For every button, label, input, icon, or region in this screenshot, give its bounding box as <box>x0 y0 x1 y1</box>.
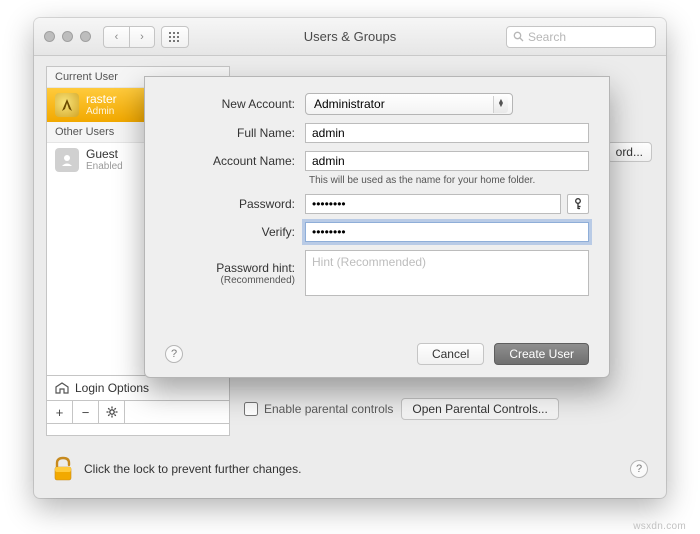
user-info: raster Admin <box>86 93 117 117</box>
user-name: raster <box>86 93 117 106</box>
change-password-button[interactable]: ord... <box>607 142 652 162</box>
guest-avatar-icon <box>55 148 79 172</box>
create-user-button[interactable]: Create User <box>494 343 589 365</box>
back-button[interactable]: ‹ <box>103 26 129 48</box>
password-hint-input[interactable]: Hint (Recommended) <box>305 250 589 296</box>
show-all-button[interactable] <box>161 26 189 48</box>
verify-label: Verify: <box>165 225 295 239</box>
lock-text: Click the lock to prevent further change… <box>84 462 301 476</box>
lock-icon[interactable] <box>52 456 74 482</box>
enable-parental-label: Enable parental controls <box>264 402 393 416</box>
watermark: wsxdn.com <box>633 521 686 532</box>
verify-input[interactable] <box>305 222 589 242</box>
avatar-icon <box>55 93 79 117</box>
new-account-sheet: New Account: Administrator ▲▼ Full Name:… <box>144 76 610 378</box>
open-parental-button[interactable]: Open Parental Controls... <box>401 398 558 420</box>
window-controls <box>44 31 91 42</box>
hint-label: Password hint: (Recommended) <box>165 261 295 286</box>
guest-name: Guest <box>86 148 123 161</box>
account-name-input[interactable] <box>305 151 589 171</box>
full-name-label: Full Name: <box>165 126 295 140</box>
full-name-input[interactable] <box>305 123 589 143</box>
preferences-window: ‹ › Users & Groups Search Current User r… <box>34 18 666 498</box>
nav-group: ‹ › <box>103 26 155 48</box>
home-icon <box>55 382 69 394</box>
user-role: Admin <box>86 106 117 117</box>
search-placeholder: Search <box>528 30 566 44</box>
minimize-icon[interactable] <box>62 31 73 42</box>
account-name-helper: This will be used as the name for your h… <box>305 175 589 186</box>
password-assistant-button[interactable] <box>567 194 589 214</box>
new-account-form: New Account: Administrator ▲▼ Full Name:… <box>165 93 589 296</box>
password-input[interactable] <box>305 194 561 214</box>
titlebar: ‹ › Users & Groups Search <box>34 18 666 56</box>
lock-row: Click the lock to prevent further change… <box>52 456 648 482</box>
cancel-button[interactable]: Cancel <box>417 343 484 365</box>
zoom-icon[interactable] <box>80 31 91 42</box>
key-icon <box>573 198 583 210</box>
sidebar-footer: Login Options + − <box>46 375 230 424</box>
search-field[interactable]: Search <box>506 26 656 48</box>
chevron-updown-icon: ▲▼ <box>493 96 508 113</box>
add-user-button[interactable]: + <box>47 401 73 423</box>
search-icon <box>513 31 524 42</box>
remove-user-button[interactable]: − <box>73 401 99 423</box>
password-label: Password: <box>165 197 295 211</box>
gear-icon <box>106 406 118 418</box>
guest-info: Guest Enabled <box>86 148 123 172</box>
bottom-controls: Enable parental controls Open Parental C… <box>244 398 652 420</box>
guest-sub: Enabled <box>86 161 123 172</box>
sheet-buttons: Cancel Create User <box>417 343 589 365</box>
new-account-label: New Account: <box>165 97 295 111</box>
login-options-label: Login Options <box>75 381 149 395</box>
account-type-value: Administrator <box>314 97 385 111</box>
parental-checkbox-input[interactable] <box>244 402 258 416</box>
account-type-select[interactable]: Administrator ▲▼ <box>305 93 513 115</box>
sidebar-toolbar: + − <box>46 401 230 424</box>
forward-button[interactable]: › <box>129 26 155 48</box>
sheet-help-button[interactable]: ? <box>165 345 183 363</box>
action-menu-button[interactable] <box>99 401 125 423</box>
login-options-row[interactable]: Login Options <box>46 375 230 401</box>
account-name-label: Account Name: <box>165 154 295 168</box>
grid-icon <box>169 32 181 42</box>
help-button[interactable]: ? <box>630 460 648 478</box>
enable-parental-checkbox[interactable]: Enable parental controls <box>244 398 393 420</box>
close-icon[interactable] <box>44 31 55 42</box>
